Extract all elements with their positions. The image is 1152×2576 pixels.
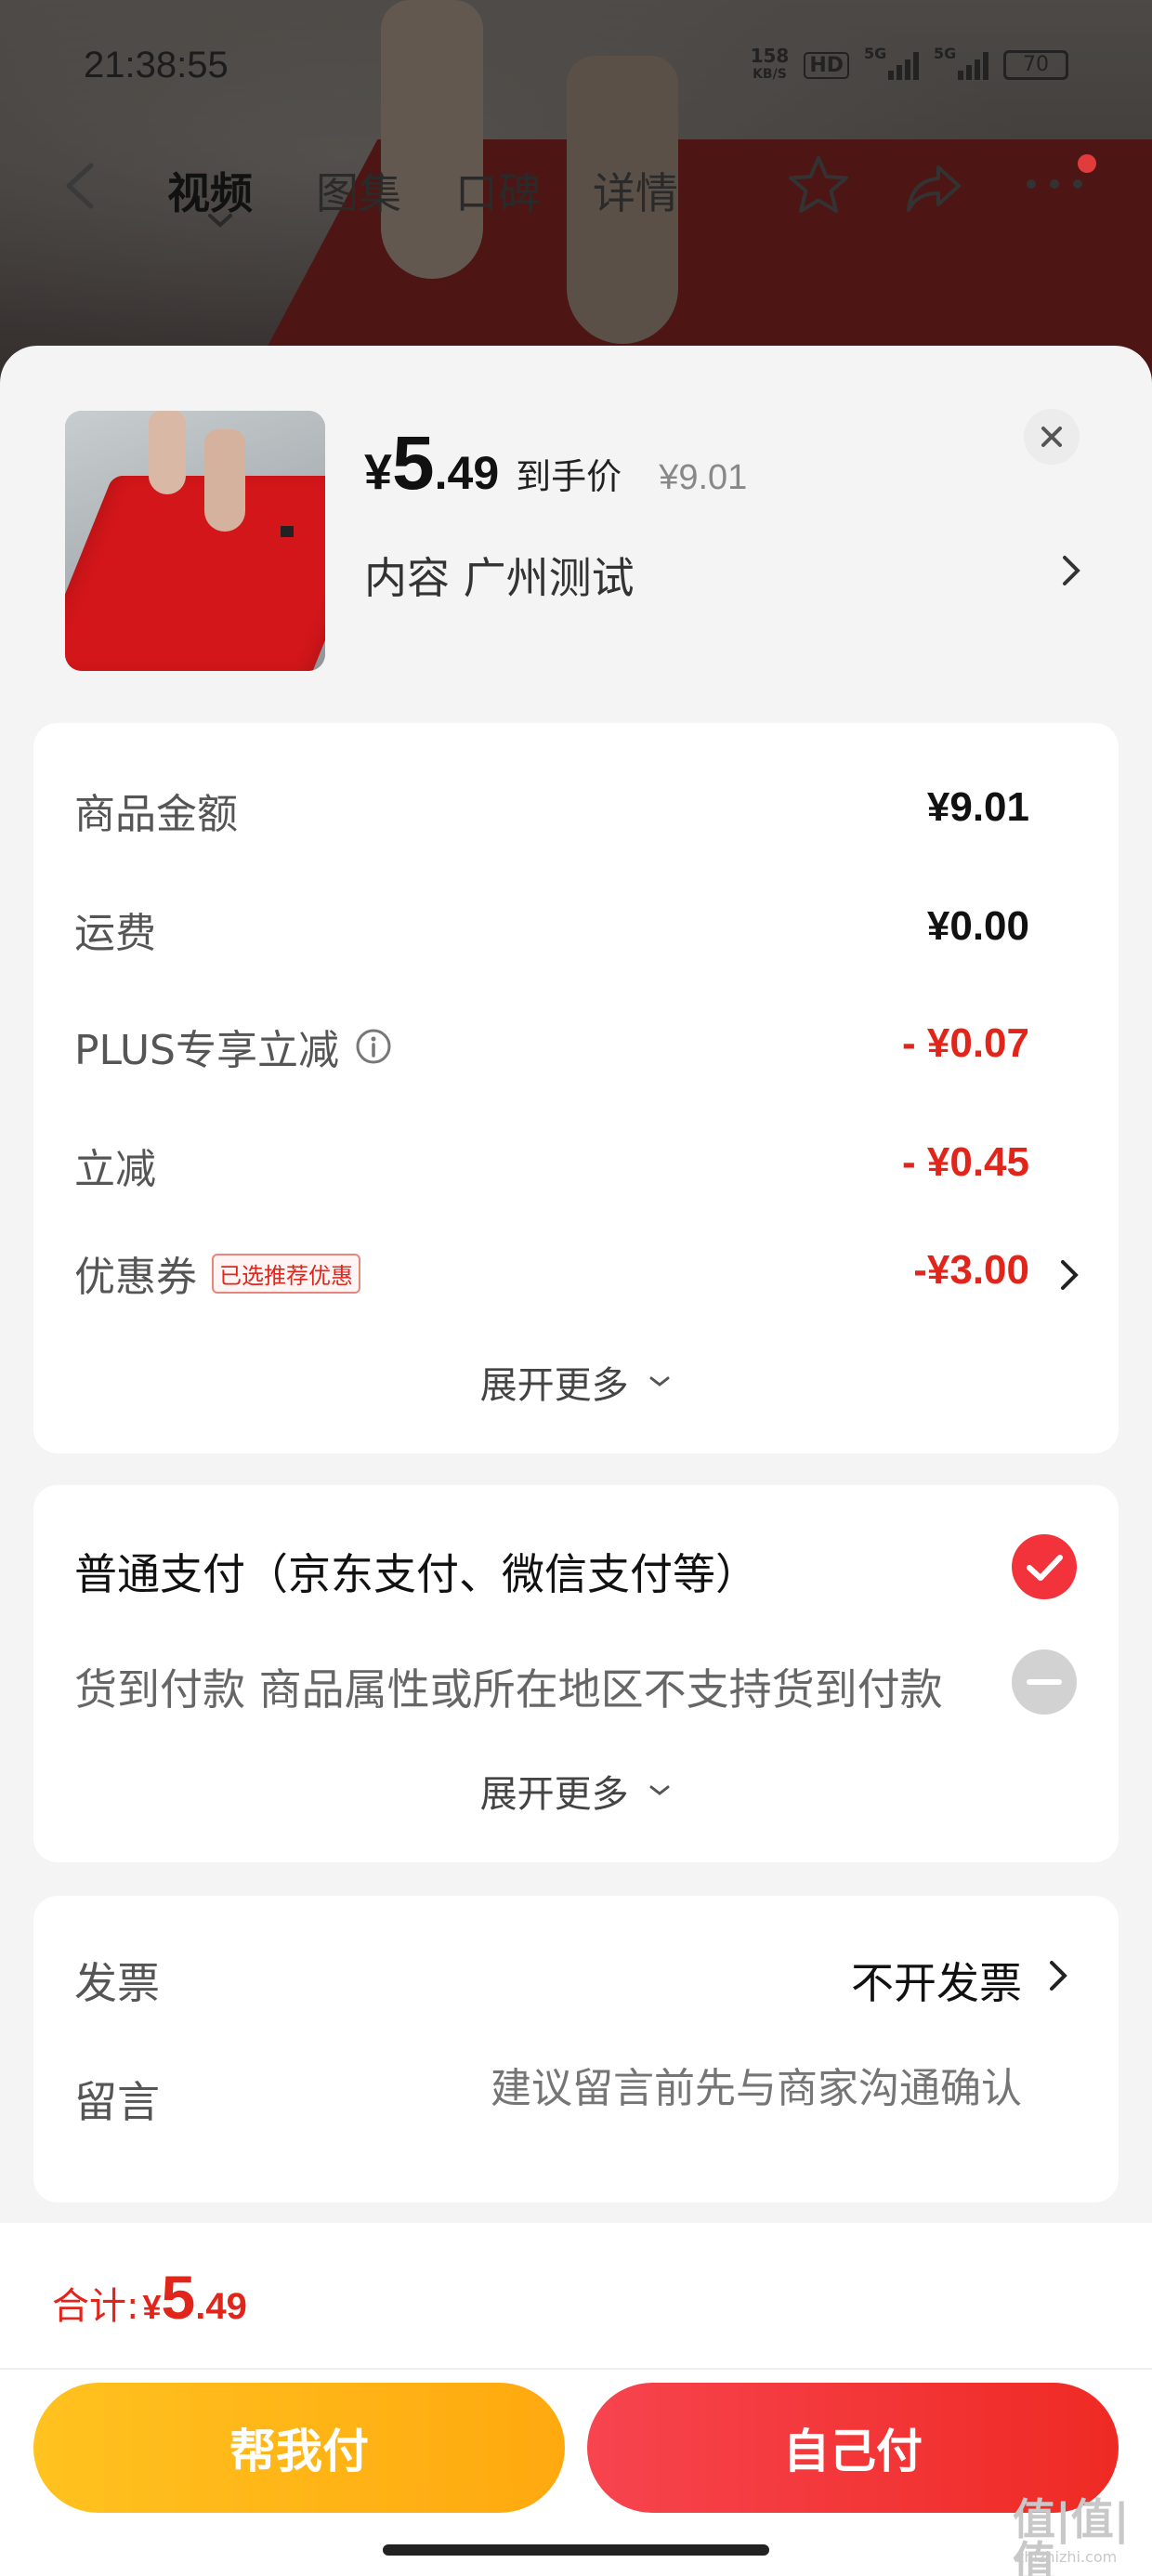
chevron-right-icon[interactable]: [1046, 1957, 1070, 1994]
expand-label: 展开更多: [479, 1773, 629, 1816]
fee-row-plus: PLUS专享立减 - ¥0.07: [74, 1017, 1029, 1082]
fee-row-shipping: 运费 ¥0.00: [74, 900, 1029, 965]
chevron-right-icon[interactable]: [1057, 552, 1085, 589]
watermark-url: zhizhizhi.com: [1016, 2548, 1118, 2566]
expand-more-fees[interactable]: 展开更多: [33, 1355, 1119, 1409]
selected-spec[interactable]: 内容 广州测试: [364, 545, 635, 606]
battery-icon: 70: [1003, 50, 1068, 80]
payment-method-card: 普通支付（京东支付、微信支付等） 货到付款 商品属性或所在地区不支持货到付款 展…: [33, 1485, 1119, 1862]
divider: [0, 2368, 1152, 2370]
fee-label: PLUS专享立减: [74, 1027, 339, 1074]
info-icon[interactable]: [354, 1027, 393, 1066]
product-thumbnail: [65, 411, 325, 671]
tab-details[interactable]: 详情: [593, 160, 678, 221]
original-price: ¥9.01: [659, 458, 748, 497]
back-icon[interactable]: [58, 158, 104, 214]
signal-icon-2: 5G: [934, 45, 988, 80]
expand-label: 展开更多: [479, 1364, 629, 1407]
notification-dot: [1078, 154, 1096, 173]
payment-option-cod: 货到付款 商品属性或所在地区不支持货到付款: [74, 1649, 1078, 1723]
chevron-right-icon[interactable]: [1057, 1256, 1081, 1294]
fee-value: -¥3.00: [913, 1247, 1029, 1293]
message-input[interactable]: [372, 2065, 1022, 2112]
self-pay-button[interactable]: 自己付: [587, 2383, 1119, 2513]
fee-label: 立减: [74, 1146, 156, 1193]
payment-option-label: 货到付款 商品属性或所在地区不支持货到付款: [74, 1664, 943, 1715]
final-price: ¥ 5 .49 到手价 ¥9.01: [364, 420, 747, 507]
price-currency: ¥: [364, 444, 393, 500]
fee-value: ¥9.01: [926, 784, 1029, 830]
status-icons: 158 KB/S HD 5G 5G 70: [751, 45, 1068, 84]
price-integer: 5: [392, 421, 435, 506]
check-circle-icon[interactable]: [1011, 1533, 1078, 1600]
invoice-value[interactable]: 不开发票: [851, 1950, 1022, 2011]
total-label: 合计:: [52, 2285, 139, 2328]
bottom-action-bar: 合计: ¥ 5 .49 帮我付 自己付 值|值|值 zhizhizhi.com: [0, 2223, 1152, 2576]
signal-label-1: 5G: [864, 45, 887, 62]
fee-value: ¥0.00: [926, 903, 1029, 949]
fee-label: 优惠券: [74, 1254, 197, 1301]
fee-label-wrap: PLUS专享立减: [74, 1017, 393, 1076]
fee-label-wrap: 优惠券 已选推荐优惠: [74, 1243, 360, 1303]
coupon-badge: 已选推荐优惠: [212, 1253, 360, 1294]
invoice-label: 发票: [74, 1958, 160, 2008]
fee-row-coupon[interactable]: 优惠券 已选推荐优惠 -¥3.00: [74, 1243, 1079, 1308]
payment-option-normal[interactable]: 普通支付（京东支付、微信支付等）: [74, 1533, 1078, 1608]
chevron-down-icon: [649, 1785, 670, 1795]
fee-label: 商品金额: [74, 791, 238, 838]
net-speed: 158 KB/S: [751, 46, 790, 84]
invoice-message-card: 发票 不开发票 留言: [33, 1896, 1119, 2202]
message-label: 留言: [74, 2077, 160, 2127]
net-speed-unit: KB/S: [753, 67, 787, 82]
fee-row-discount: 立减 - ¥0.45: [74, 1136, 1029, 1201]
total-price: 合计: ¥ 5 .49: [52, 2262, 247, 2333]
price-tag-label: 到手价: [516, 456, 622, 497]
favorite-star-icon[interactable]: [785, 152, 852, 219]
total-currency: ¥: [142, 2288, 162, 2326]
share-icon[interactable]: [901, 154, 968, 221]
signal-icon: 5G: [864, 45, 919, 80]
top-nav: 视频 图集 口碑 详情: [0, 149, 1152, 228]
total-integer: 5: [161, 2263, 196, 2332]
home-indicator[interactable]: [383, 2544, 769, 2556]
net-speed-value: 158: [750, 45, 790, 67]
expand-more-payment[interactable]: 展开更多: [33, 1764, 1119, 1818]
hd-icon: HD: [804, 51, 849, 79]
active-tab-indicator: [208, 214, 232, 228]
chevron-down-icon: [649, 1376, 670, 1387]
fee-value: - ¥0.07: [902, 1020, 1029, 1066]
total-decimal: .49: [195, 2286, 247, 2327]
disabled-minus-icon: [1012, 1649, 1077, 1715]
tab-gallery[interactable]: 图集: [316, 160, 401, 221]
fee-breakdown-card: 商品金额 ¥9.01 运费 ¥0.00 PLUS专享立减 - ¥0.07 立减 …: [33, 723, 1119, 1453]
help-pay-button[interactable]: 帮我付: [33, 2383, 565, 2513]
fee-label: 运费: [74, 910, 156, 957]
fee-row-goods: 商品金额 ¥9.01: [74, 781, 1029, 846]
signal-label-2: 5G: [934, 45, 957, 62]
tab-reviews[interactable]: 口碑: [455, 160, 541, 221]
payment-option-label: 普通支付（京东支付、微信支付等）: [74, 1549, 758, 1599]
more-icon[interactable]: [1022, 175, 1087, 193]
status-time: 21:38:55: [84, 45, 229, 85]
price-decimal: .49: [434, 447, 500, 499]
close-icon[interactable]: [1024, 409, 1080, 465]
fee-value: - ¥0.45: [902, 1139, 1029, 1185]
